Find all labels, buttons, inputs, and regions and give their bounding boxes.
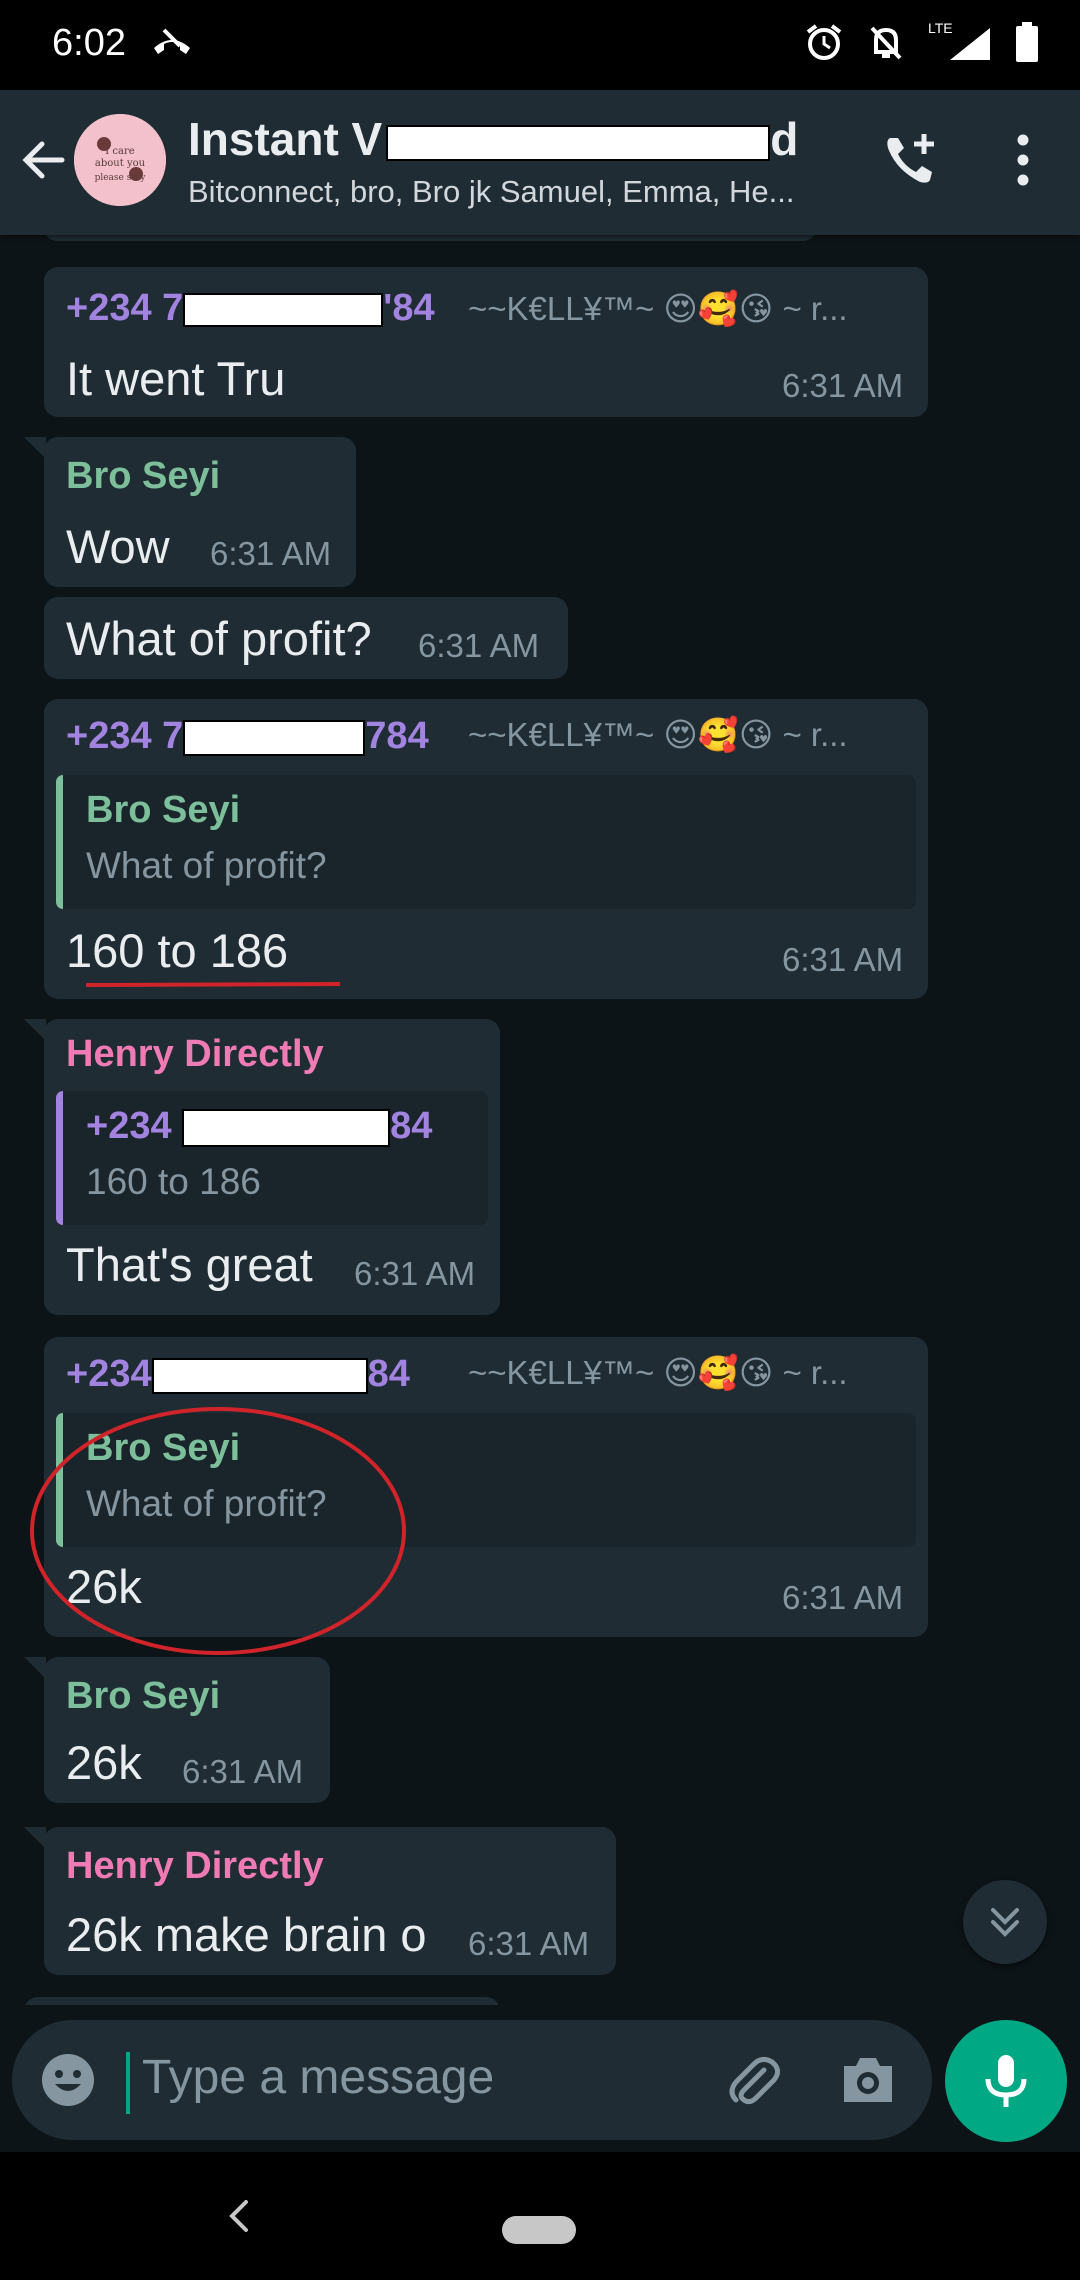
quote-bar [56,1413,63,1547]
message-bubble[interactable]: +234 7'84 ~~K€LL¥™~ 😍🥰😘 ~ r... It went T… [44,267,928,417]
message-composer: Type a message [12,2020,932,2140]
quote-text: What of profit? [86,845,327,886]
bubble-tail [24,437,46,459]
scroll-to-bottom-button[interactable] [963,1880,1047,1964]
message-text: Wow [66,520,170,573]
back-arrow-icon[interactable] [18,134,70,186]
message-sender: Henry Directly [66,1033,324,1075]
status-time: 6:02 [52,22,126,64]
message-bubble[interactable]: Henry Directly 26k make brain o 6:31 AM [44,1827,616,1975]
chat-header: I care about you please stay Instant Vd … [0,90,1080,235]
group-avatar[interactable]: I care about you please stay [74,114,166,206]
message-bubble-partial [24,1997,500,2005]
redaction [182,1108,391,1147]
message-time: 6:31 AM [418,627,540,664]
message-input[interactable]: Type a message [142,2050,494,2105]
message-text: 26k [66,1560,142,1613]
message-time: 6:31 AM [354,1255,476,1292]
quoted-message[interactable]: Bro Seyi What of profit? [56,1413,916,1547]
message-time: 6:31 AM [182,1753,304,1790]
svg-text:about you: about you [95,158,146,169]
text-cursor [126,2052,130,2114]
message-time: 6:31 AM [782,367,904,404]
bubble-tail [24,1657,46,1679]
emoji-icon[interactable] [40,2052,96,2108]
alarm-icon [806,24,842,60]
more-vert-icon[interactable] [1005,132,1041,188]
message-sender: +234 7 784 [66,715,429,757]
quote-sender: Bro Seyi [86,789,241,831]
battery-icon [1016,22,1038,62]
redaction [183,719,366,756]
mic-button[interactable] [945,2020,1067,2142]
message-sender: Henry Directly [66,1845,324,1887]
message-list[interactable]: +234 7'84 ~~K€LL¥™~ 😍🥰😘 ~ r... It went T… [0,235,1080,2005]
sender-pushname: ~~K€LL¥™~ 😍🥰😘 ~ r... [468,290,848,327]
svg-text:please stay: please stay [95,173,147,183]
message-bubble[interactable]: Bro Seyi Wow 6:31 AM [44,437,356,587]
quote-text: What of profit? [86,1483,327,1524]
nav-back-icon[interactable] [226,2196,252,2236]
redaction [151,1357,368,1394]
chat-title[interactable]: Instant Vd [188,112,798,166]
message-bubble[interactable]: +234 7 784 ~~K€LL¥™~ 😍🥰😘 ~ r... Bro Seyi … [44,699,928,999]
signal-icon: LTE [928,20,992,62]
call-end-icon [154,28,190,54]
message-sender: Bro Seyi [66,1675,221,1717]
message-text: 26k make brain o [66,1908,427,1961]
redaction [183,292,384,327]
status-bar: 6:02 LTE [0,0,1080,90]
quoted-message[interactable]: +234 84 160 to 186 [56,1091,488,1225]
message-sender: +234 84 [66,1353,410,1395]
svg-text:I care: I care [105,146,134,157]
status-icons: LTE [804,20,1040,62]
add-call-icon[interactable] [880,130,940,190]
attach-icon[interactable] [724,2052,784,2112]
bubble-tail [24,1827,46,1849]
quote-sender: Bro Seyi [86,1427,241,1469]
message-text: 26k [66,1736,142,1789]
bubble-tail [24,1019,46,1041]
notifications-off-icon [870,26,902,60]
message-bubble[interactable]: +234 84 ~~K€LL¥™~ 😍🥰😘 ~ r... Bro Seyi Wha… [44,1337,928,1637]
scroll-down-icon [991,1908,1019,1937]
sender-pushname: ~~K€LL¥™~ 😍🥰😘 ~ r... [468,716,848,753]
quote-bar [56,775,63,909]
home-pill[interactable] [502,2216,576,2244]
message-bubble[interactable]: Bro Seyi 26k 6:31 AM [44,1657,330,1803]
message-bubble-partial [44,235,816,241]
quote-bar [56,1091,63,1225]
mic-icon [985,2055,1027,2107]
redaction [386,124,771,161]
message-text: That's great [66,1238,313,1291]
message-time: 6:31 AM [782,941,904,978]
message-sender: +234 7'84 [66,287,435,329]
message-time: 6:31 AM [782,1579,904,1616]
message-bubble[interactable]: What of profit? 6:31 AM [44,597,568,679]
sender-pushname: ~~K€LL¥™~ 😍🥰😘 ~ r... [468,1354,848,1391]
message-time: 6:31 AM [468,1925,590,1962]
quoted-message[interactable]: Bro Seyi What of profit? [56,775,916,909]
system-nav-bar [0,2152,1080,2280]
message-text: What of profit? [66,612,372,665]
message-text: 160 to 186 [66,924,289,977]
message-bubble[interactable]: Henry Directly +234 84 160 to 186 That's… [44,1019,500,1315]
quote-sender: +234 84 [86,1105,433,1147]
message-sender: Bro Seyi [66,455,221,497]
camera-icon[interactable] [838,2052,898,2108]
quote-text: 160 to 186 [86,1161,261,1202]
message-text: It went Tru [66,352,286,405]
chat-participants[interactable]: Bitconnect, bro, Bro jk Samuel, Emma, He… [188,174,794,210]
message-time: 6:31 AM [210,535,332,572]
